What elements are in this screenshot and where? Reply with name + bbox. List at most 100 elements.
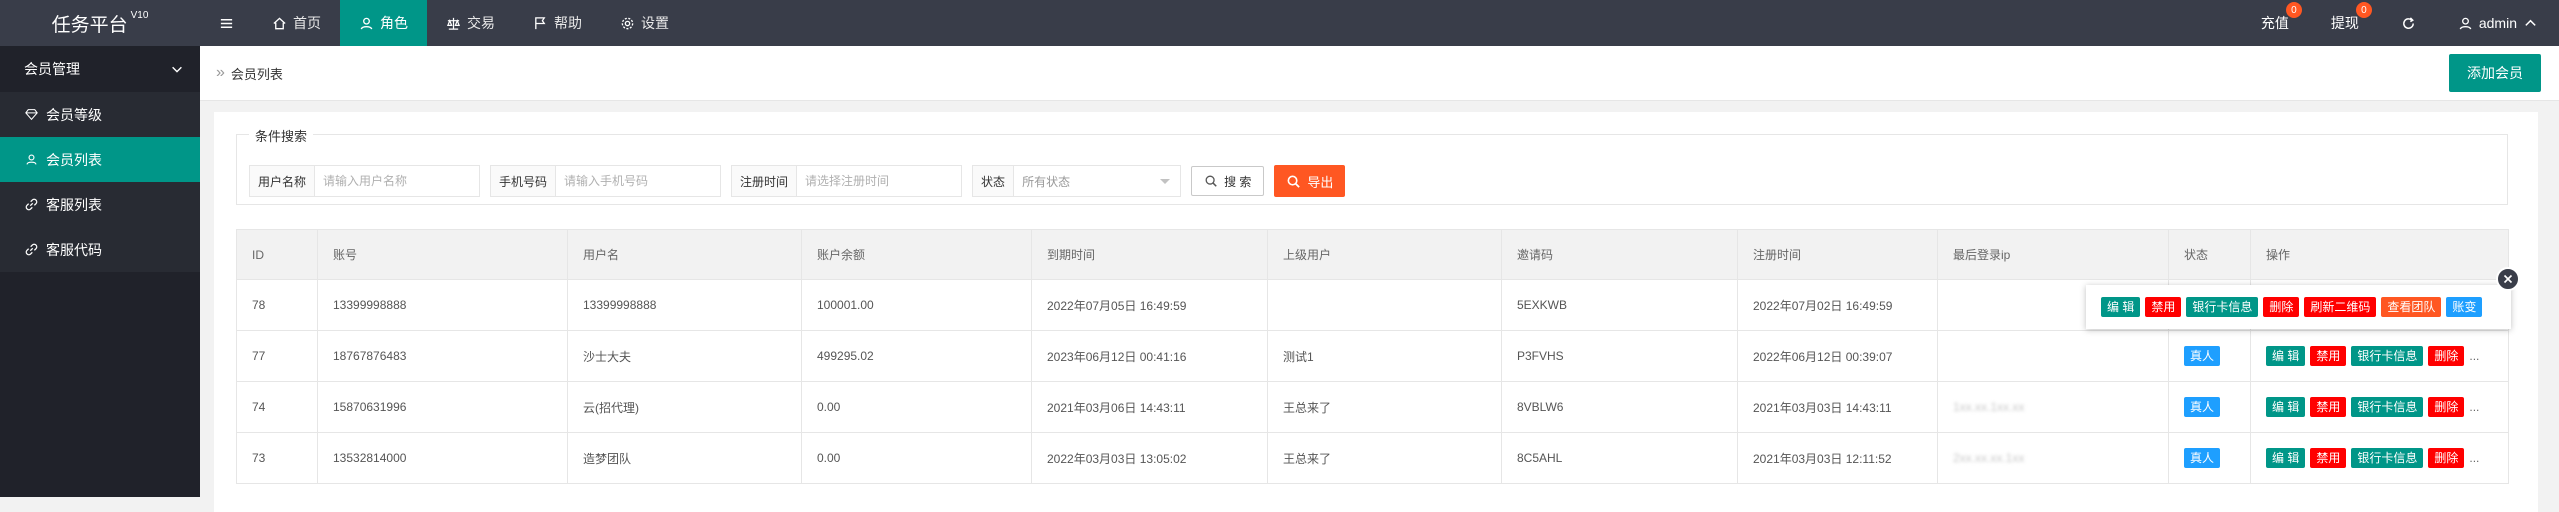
row-actions-popup: 编 辑 禁用 银行卡信息 删除 刷新二维码 查看团队 账变 [2086,285,2511,329]
column-header[interactable]: 操作 [2250,229,2509,280]
phone-input[interactable] [556,166,721,196]
cell-actions: 编 辑禁用 银行卡信息 删除... [2250,330,2509,382]
field-label: 手机号码 [491,166,557,196]
sidebar-item-member-list[interactable]: 会员列表 [0,137,200,182]
diamond-icon [25,109,38,121]
table-header-row: ID 账号 用户名 账户余额 到期时间 上级用户 邀请码 注册时间 最后登录ip… [236,229,2509,280]
sidebar-item-service-list[interactable]: 客服列表 [0,182,200,227]
nav-item-settings[interactable]: 设置 [601,0,688,46]
column-header[interactable]: 用户名 [567,229,802,280]
delete-button[interactable]: 删除 [2428,397,2465,417]
field-label: 注册时间 [732,166,798,196]
balance-change-button[interactable]: 账变 [2446,297,2483,317]
blurred-ip: 2xx.xx.xx.1xx [1953,451,2025,465]
cell-ip: 2xx.xx.xx.1xx [1937,432,2169,484]
export-button[interactable]: 导出 [1274,165,1346,197]
close-icon [2503,274,2513,284]
breadcrumb-current[interactable]: 会员列表 [231,64,283,83]
cell-register: 2022年07月02日 16:49:59 [1737,279,1938,331]
register-time-input[interactable] [797,166,962,196]
edit-button[interactable]: 编 辑 [2266,448,2306,468]
more-actions-button[interactable]: ... [2469,451,2479,465]
cell-id: 78 [236,279,318,331]
nav-label: 设置 [641,15,669,31]
register-time-field: 注册时间 [731,165,963,197]
sidebar-group-member[interactable]: 会员管理 [0,46,200,92]
status-badge[interactable]: 真人 [2184,448,2221,468]
bank-info-button[interactable]: 银行卡信息 [2186,297,2259,317]
column-header[interactable]: ID [236,229,318,280]
sidebar-item-service-code[interactable]: 客服代码 [0,227,200,272]
status-select[interactable]: 所有状态 [1014,166,1181,196]
recharge-button[interactable]: 充值 0 [2240,0,2310,46]
cell-username: 云(招代理) [567,381,802,433]
column-header[interactable]: 最后登录ip [1937,229,2169,280]
withdraw-button[interactable]: 提现 0 [2310,0,2380,46]
edit-button[interactable]: 编 辑 [2101,297,2141,317]
disable-button[interactable]: 禁用 [2310,448,2347,468]
column-header[interactable]: 上级用户 [1267,229,1502,280]
column-header[interactable]: 到期时间 [1031,229,1268,280]
column-header[interactable]: 邀请码 [1501,229,1738,280]
refresh-icon [2402,16,2414,29]
disable-button[interactable]: 禁用 [2145,297,2182,317]
bank-info-button[interactable]: 银行卡信息 [2351,448,2424,468]
status-badge[interactable]: 真人 [2184,397,2221,417]
caret-down-icon [1160,179,1171,184]
delete-button[interactable]: 删除 [2263,297,2300,317]
delete-button[interactable]: 删除 [2428,346,2465,366]
popup-close-button[interactable] [2496,267,2520,291]
search-row: 用户名称 手机号码 注册时间 状态 所有状态 搜 索 [249,165,1346,197]
member-table: ID 账号 用户名 账户余额 到期时间 上级用户 邀请码 注册时间 最后登录ip… [236,229,2509,484]
nav-item-role[interactable]: 角色 [340,0,427,46]
nav-item-help[interactable]: 帮助 [514,0,601,46]
nav-item-trade[interactable]: 交易 [427,0,514,46]
user-menu[interactable]: admin [2437,0,2559,46]
app-title: 任务平台 [51,14,128,36]
cell-status: 真人 [2168,432,2251,484]
refresh-qrcode-button[interactable]: 刷新二维码 [2304,297,2377,317]
top-nav: 首页 角色 交易 帮助 设置 [200,0,688,46]
column-header[interactable]: 注册时间 [1737,229,1938,280]
status-badge[interactable]: 真人 [2184,346,2221,366]
sidebar-item-label: 会员等级 [46,106,102,123]
cell-ip [1937,330,2169,382]
add-member-button[interactable]: 添加会员 [2449,54,2541,92]
breadcrumb-separator-icon: » [216,64,225,81]
edit-button[interactable]: 编 辑 [2266,397,2306,417]
table-row[interactable]: 73 13532814000 造梦团队 0.00 2022年03月03日 13:… [236,432,2509,484]
cell-expire: 2022年03月03日 13:05:02 [1031,432,1268,484]
delete-button[interactable]: 删除 [2428,448,2465,468]
disable-button[interactable]: 禁用 [2310,397,2347,417]
username-input[interactable] [315,166,480,196]
sidebar-item-member-level[interactable]: 会员等级 [0,92,200,137]
cell-status: 真人 [2168,330,2251,382]
edit-button[interactable]: 编 辑 [2266,346,2306,366]
view-team-button[interactable]: 查看团队 [2381,297,2442,317]
nav-label: 帮助 [554,15,582,31]
more-actions-button[interactable]: ... [2469,400,2479,414]
bank-info-button[interactable]: 银行卡信息 [2351,397,2424,417]
bank-info-button[interactable]: 银行卡信息 [2351,346,2424,366]
cell-expire: 2022年07月05日 16:49:59 [1031,279,1268,331]
cell-id: 74 [236,381,318,433]
user-icon [2459,17,2472,29]
column-header[interactable]: 账户余额 [801,229,1032,280]
disable-button[interactable]: 禁用 [2310,346,2347,366]
cell-username: 13399998888 [567,279,802,331]
column-header[interactable]: 账号 [317,229,568,280]
refresh-button[interactable] [2380,0,2437,46]
table-row[interactable]: 77 18767876483 沙士大夫 499295.02 2023年06月12… [236,330,2509,382]
menu-toggle-button[interactable] [200,0,253,46]
search-button[interactable]: 搜 索 [1191,166,1265,196]
cell-actions: 编 辑禁用 银行卡信息 删除... [2250,381,2509,433]
table-row[interactable]: 74 15870631996 云(招代理) 0.00 2021年03月06日 1… [236,381,2509,433]
app-version: V10 [130,9,149,21]
app-logo[interactable]: 任务平台 V10 [0,0,200,46]
gear-icon [621,17,634,29]
nav-item-home[interactable]: 首页 [253,0,340,46]
cell-parent: 王总来了 [1267,381,1502,433]
search-icon [1287,175,1301,188]
more-actions-button[interactable]: ... [2469,349,2479,363]
column-header[interactable]: 状态 [2168,229,2251,280]
